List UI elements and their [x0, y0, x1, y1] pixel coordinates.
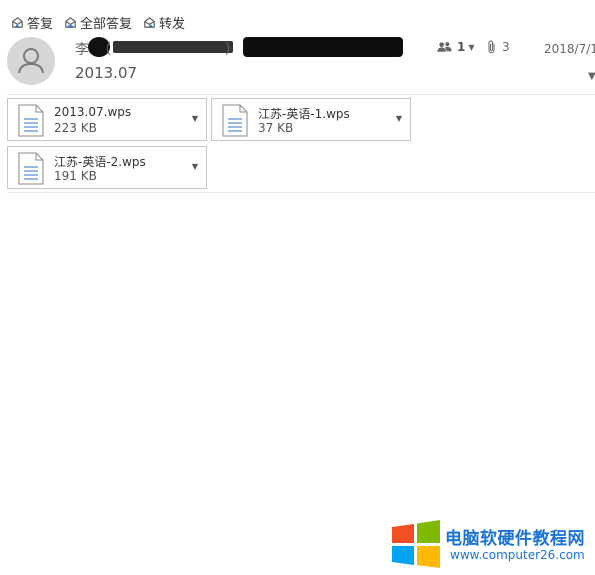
- watermark-url: www.computer26.com: [450, 548, 585, 562]
- attachment-card[interactable]: 江苏-英语-2.wps 191 KB ▼: [7, 146, 207, 189]
- watermark-title: 电脑软硬件教程网: [445, 529, 585, 549]
- sender-paren-close: ）: [225, 42, 239, 58]
- message-subject: 2013.07: [75, 64, 138, 82]
- divider: [7, 94, 595, 95]
- people-icon: [437, 42, 452, 52]
- expand-header-chevron-icon[interactable]: ▼: [588, 71, 595, 82]
- windows-logo-icon: [392, 520, 440, 568]
- forward-button[interactable]: 转发: [142, 13, 185, 32]
- email-reading-pane: 答复 全部答复 转发 李 （ ） 2013.07 1 ▼ 3 2018/7/1 …: [0, 0, 595, 575]
- attachment-name: 2013.07.wps: [54, 105, 132, 119]
- person-icon: [7, 37, 55, 85]
- document-file-icon: [222, 104, 248, 137]
- reply-icon: [12, 16, 23, 28]
- reply-button[interactable]: 答复: [10, 13, 53, 32]
- attachment-name: 江苏-英语-2.wps: [54, 155, 146, 169]
- reply-all-button[interactable]: 全部答复: [63, 13, 132, 32]
- redaction-mark: [243, 37, 403, 57]
- attachments-indicator[interactable]: 3: [487, 40, 510, 54]
- reply-label: 答复: [27, 16, 54, 32]
- reply-all-icon: [65, 16, 76, 28]
- attachment-size: 223 KB: [54, 121, 97, 135]
- site-watermark: 电脑软硬件教程网 www.computer26.com: [390, 519, 590, 569]
- forward-icon: [144, 16, 155, 28]
- document-file-icon: [18, 152, 44, 185]
- sender-name: 李: [75, 42, 89, 58]
- chevron-down-icon[interactable]: ▼: [192, 162, 198, 171]
- recipients-button[interactable]: 1 ▼: [437, 40, 475, 54]
- attachment-name: 江苏-英语-1.wps: [258, 107, 350, 121]
- divider: [7, 192, 595, 193]
- sender-paren-open: （: [97, 42, 111, 58]
- reply-all-label: 全部答复: [80, 16, 133, 32]
- attachment-size: 191 KB: [54, 169, 97, 183]
- forward-label: 转发: [159, 16, 186, 32]
- attachments-count: 3: [502, 40, 510, 54]
- message-date: 2018/7/1: [544, 42, 595, 56]
- recipients-count: 1: [457, 40, 466, 54]
- sender-avatar[interactable]: [7, 37, 55, 85]
- paperclip-icon: [488, 40, 495, 54]
- attachment-card[interactable]: 江苏-英语-1.wps 37 KB ▼: [211, 98, 411, 141]
- chevron-down-icon: ▼: [468, 42, 475, 52]
- attachment-card[interactable]: 2013.07.wps 223 KB ▼: [7, 98, 207, 141]
- chevron-down-icon[interactable]: ▼: [192, 114, 198, 123]
- redaction-mark: [113, 41, 233, 53]
- chevron-down-icon[interactable]: ▼: [396, 114, 402, 123]
- attachment-size: 37 KB: [258, 121, 294, 135]
- message-toolbar: 答复 全部答复 转发: [10, 12, 195, 32]
- document-file-icon: [18, 104, 44, 137]
- sender-line[interactable]: 李 （ ）: [75, 37, 405, 59]
